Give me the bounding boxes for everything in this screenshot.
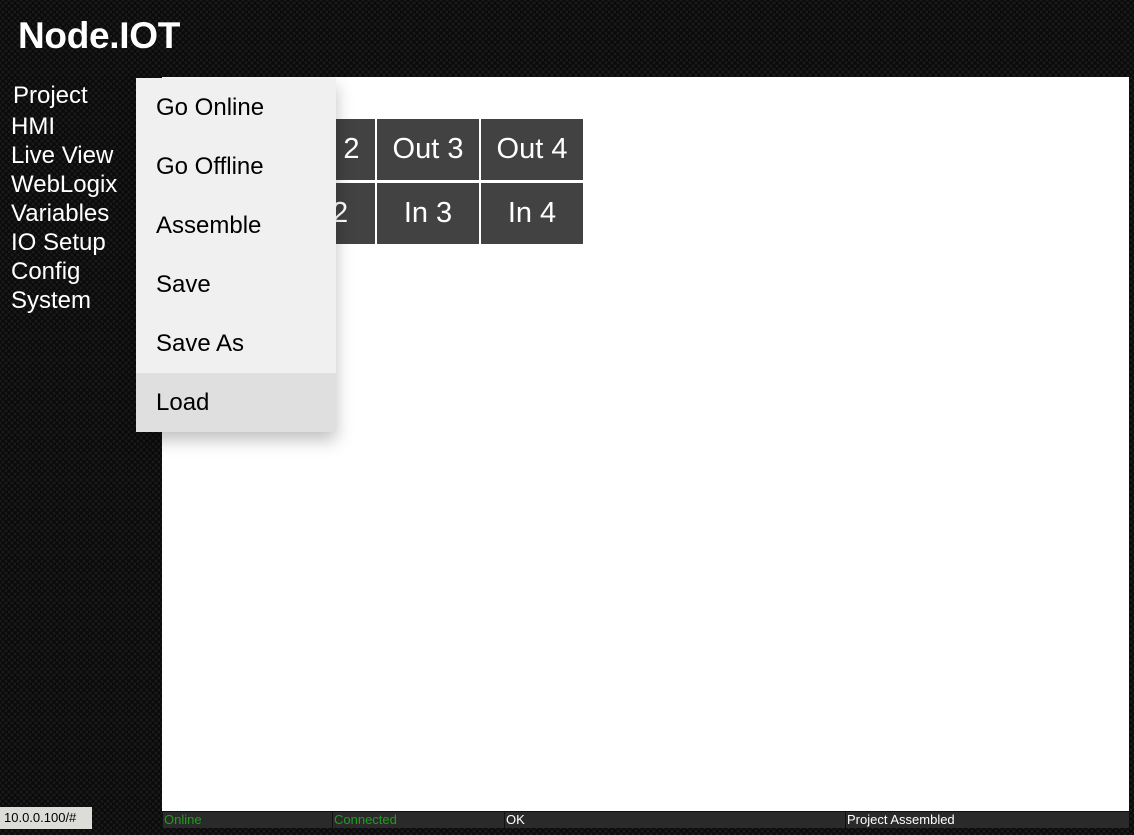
menu-item-load[interactable]: Load xyxy=(136,373,336,432)
sidebar-item-project[interactable]: Project xyxy=(13,82,88,110)
output-label: Out 4 xyxy=(496,133,568,165)
menu-item-assemble[interactable]: Assemble xyxy=(136,196,336,255)
status-connection-mode: Online xyxy=(162,812,332,828)
menu-item-save[interactable]: Save xyxy=(136,255,336,314)
sidebar-item-io-setup[interactable]: IO Setup xyxy=(11,229,106,257)
status-result: OK xyxy=(504,812,845,828)
output-label: Out 3 xyxy=(392,133,464,165)
sidebar-item-system[interactable]: System xyxy=(11,287,91,315)
output-cell[interactable]: Out 4 xyxy=(481,119,583,180)
sidebar-item-config[interactable]: Config xyxy=(11,258,80,286)
menu-item-go-offline[interactable]: Go Offline xyxy=(136,137,336,196)
status-message: Project Assembled xyxy=(845,812,1129,828)
app-title: Node.IOT xyxy=(18,15,181,56)
input-label: In 3 xyxy=(403,197,453,229)
output-cell[interactable]: Out 3 xyxy=(377,119,479,180)
input-cell[interactable]: In 3 xyxy=(377,183,479,244)
sidebar-item-live-view[interactable]: Live View xyxy=(11,142,113,170)
status-bar: Online Connected OK Project Assembled xyxy=(162,812,1129,828)
input-label: In 4 xyxy=(507,197,557,229)
url-status: 10.0.0.100/# xyxy=(0,807,92,829)
menu-item-go-online[interactable]: Go Online xyxy=(136,78,336,137)
input-cell[interactable]: In 4 xyxy=(481,183,583,244)
project-dropdown-menu: Go Online Go Offline Assemble Save Save … xyxy=(136,78,336,432)
menu-item-save-as[interactable]: Save As xyxy=(136,314,336,373)
sidebar-item-weblogix[interactable]: WebLogix xyxy=(11,171,117,199)
status-link-state: Connected xyxy=(332,812,504,828)
sidebar-item-variables[interactable]: Variables xyxy=(11,200,109,228)
sidebar-item-hmi[interactable]: HMI xyxy=(11,113,55,141)
